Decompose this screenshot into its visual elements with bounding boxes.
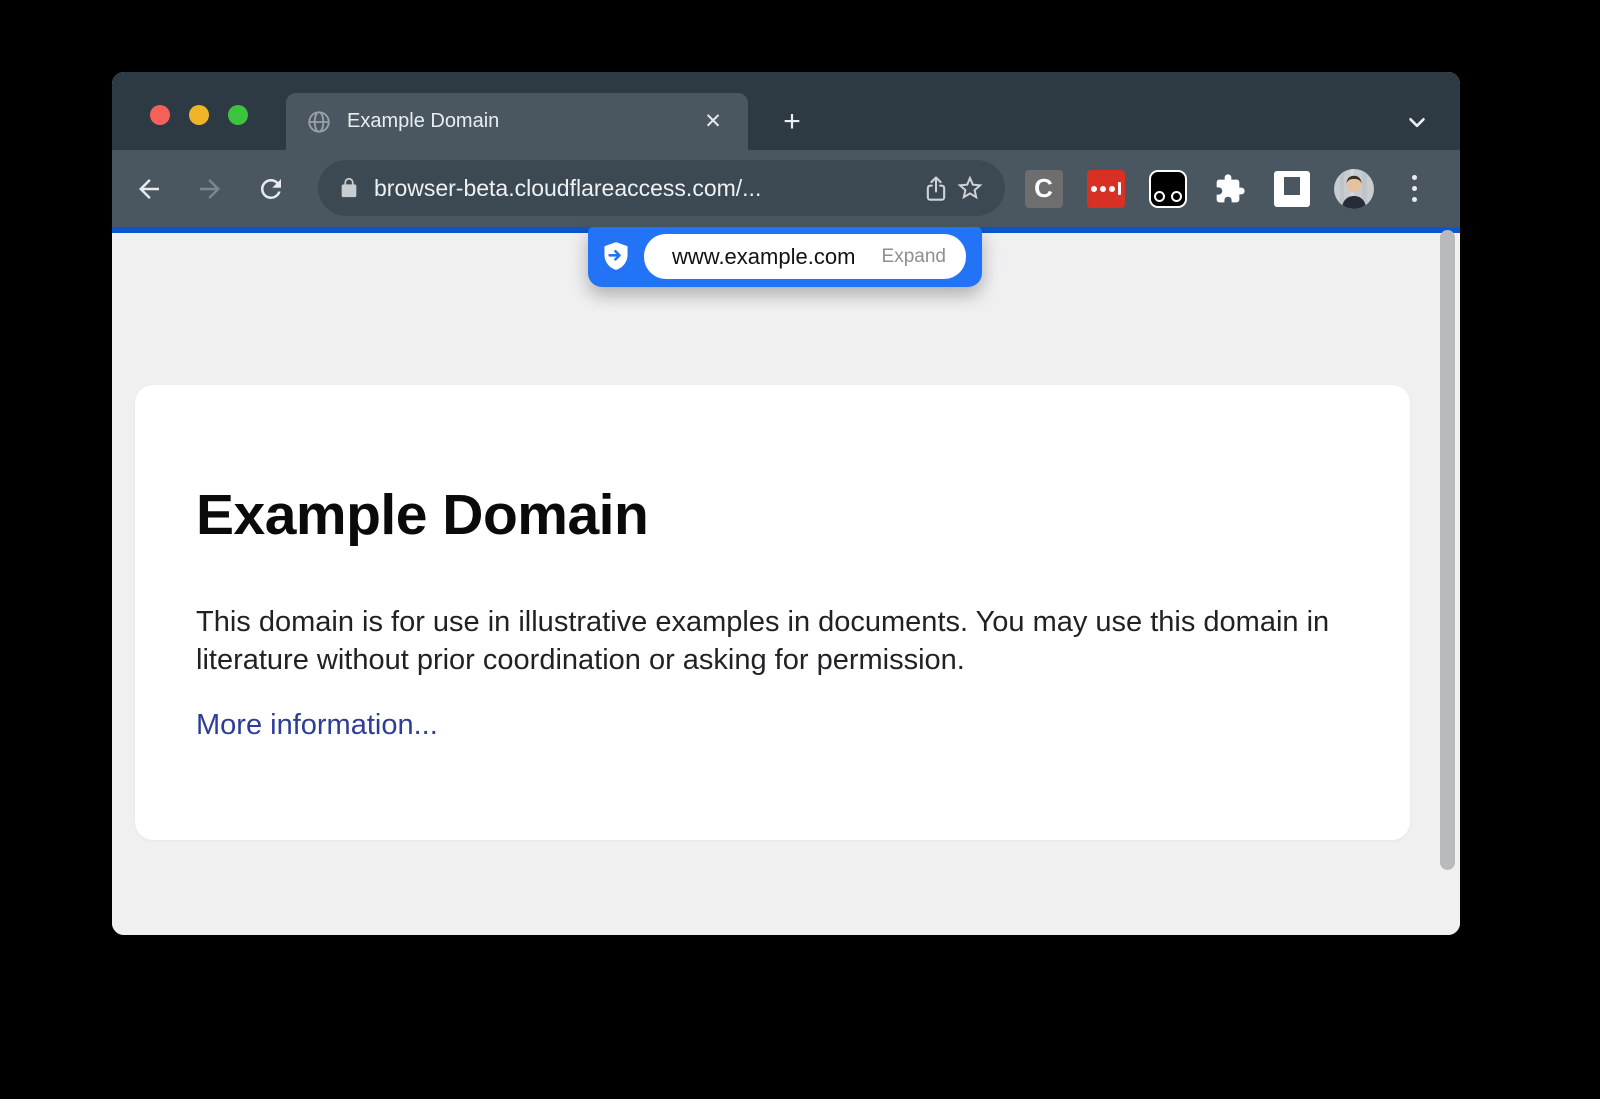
lastpass-extension-icon[interactable] <box>1086 169 1125 208</box>
globe-icon <box>306 109 332 135</box>
url-bar[interactable]: browser-beta.cloudflareaccess.com/... <box>318 160 1005 216</box>
url-text: browser-beta.cloudflareaccess.com/... <box>374 175 919 202</box>
toolbar: browser-beta.cloudflareaccess.com/... C <box>112 150 1460 227</box>
side-panel-icon[interactable] <box>1272 169 1311 208</box>
page-title: Example Domain <box>196 482 648 548</box>
extensions-row: C <box>1024 150 1431 227</box>
share-icon[interactable] <box>919 171 953 205</box>
forward-icon[interactable] <box>193 172 227 206</box>
browser-window: Example Domain ✕ + <box>112 72 1460 935</box>
nav-controls <box>132 150 288 227</box>
page-viewport: www.example.com Expand Example Domain Th… <box>112 233 1460 935</box>
extensions-puzzle-icon[interactable] <box>1210 169 1249 208</box>
reload-icon[interactable] <box>254 172 288 206</box>
scrollbar-thumb[interactable] <box>1440 230 1455 870</box>
c-extension-icon[interactable]: C <box>1024 169 1063 208</box>
lock-icon <box>338 177 360 199</box>
shield-arrow-icon <box>602 241 630 271</box>
profile-avatar[interactable] <box>1334 169 1374 209</box>
zoom-window-button[interactable] <box>228 105 248 125</box>
content-card: Example Domain This domain is for use in… <box>135 385 1410 840</box>
chevron-down-icon[interactable] <box>1400 105 1434 139</box>
pill-expand-button[interactable]: Expand <box>882 246 946 268</box>
bookmark-star-icon[interactable] <box>953 171 987 205</box>
pill-domain-text: www.example.com <box>672 244 855 270</box>
close-window-button[interactable] <box>150 105 170 125</box>
back-icon[interactable] <box>132 172 166 206</box>
tab-title: Example Domain <box>347 110 499 133</box>
tab-example-domain[interactable]: Example Domain ✕ <box>286 93 748 150</box>
window-controls <box>150 105 248 125</box>
tab-strip: Example Domain ✕ + <box>112 72 1460 150</box>
close-tab-icon[interactable]: ✕ <box>698 107 728 137</box>
two-circles-extension-icon[interactable] <box>1148 169 1187 208</box>
pill-domain-field[interactable]: www.example.com Expand <box>644 234 966 279</box>
kebab-menu-icon[interactable] <box>1397 175 1431 202</box>
page-paragraph: This domain is for use in illustrative e… <box>196 603 1351 679</box>
more-information-link[interactable]: More information... <box>196 709 438 742</box>
cloudflare-access-pill[interactable]: www.example.com Expand <box>588 227 982 287</box>
new-tab-button[interactable]: + <box>775 105 809 139</box>
minimize-window-button[interactable] <box>189 105 209 125</box>
